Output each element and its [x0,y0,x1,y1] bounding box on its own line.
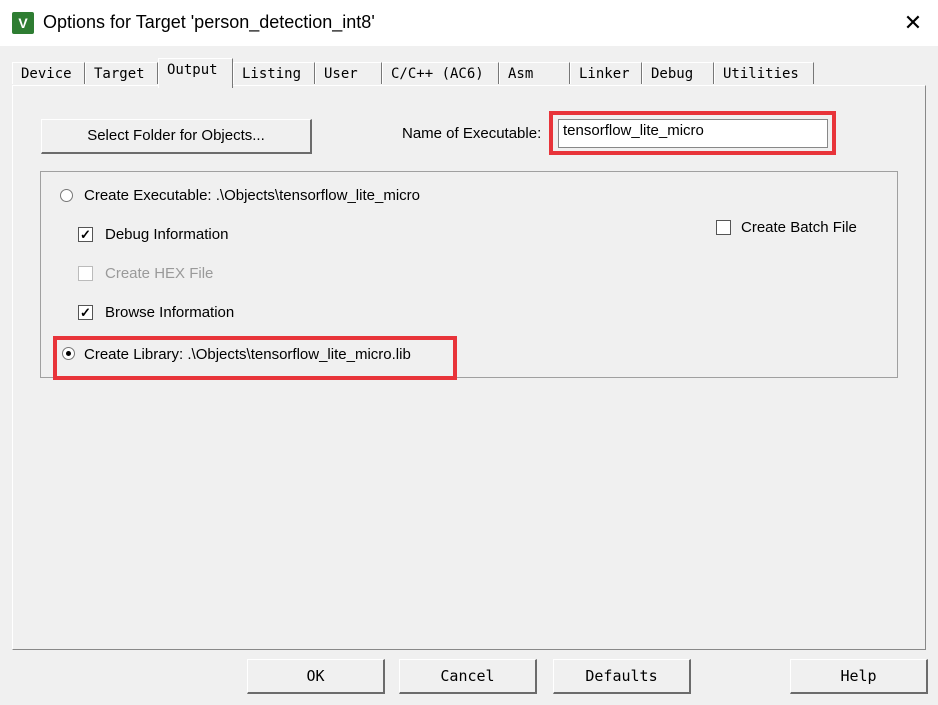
highlight-box-executable [549,111,836,155]
create-batch-label: Create Batch File [741,219,857,236]
create-executable-radio[interactable] [60,189,73,202]
debug-information-label: Debug Information [105,226,229,243]
debug-information-checkbox[interactable]: ✓ [78,227,93,242]
defaults-button[interactable]: Defaults [553,659,691,694]
tab-output[interactable]: Output [158,58,233,88]
tab-device[interactable]: Device [12,62,85,84]
help-button[interactable]: Help [790,659,928,694]
ok-button[interactable]: OK [247,659,385,694]
tab-asm[interactable]: Asm [499,62,570,84]
tab-debug[interactable]: Debug [642,62,714,84]
window-title: Options for Target 'person_detection_int… [43,12,375,32]
tab-cpp[interactable]: C/C++ (AC6) [382,62,499,84]
create-hex-checkbox[interactable] [78,266,93,281]
create-batch-checkbox[interactable] [716,220,731,235]
select-folder-button[interactable]: Select Folder for Objects... [41,119,312,154]
tab-listing[interactable]: Listing [233,62,315,84]
create-executable-label: Create Executable: .\Objects\tensorflow_… [84,187,420,204]
keil-app-icon: V [12,12,34,34]
tab-linker[interactable]: Linker [570,62,642,84]
cancel-button[interactable]: Cancel [399,659,537,694]
close-icon[interactable]: ✕ [898,8,928,38]
highlight-box-library [53,336,457,380]
create-hex-label: Create HEX File [105,265,214,282]
tab-target[interactable]: Target [85,62,158,84]
tab-user[interactable]: User [315,62,382,84]
browse-information-checkbox[interactable]: ✓ [78,305,93,320]
title-bar: V Options for Target 'person_detection_i… [0,0,938,46]
name-of-executable-label: Name of Executable: [402,125,542,142]
tab-utilities[interactable]: Utilities [714,62,814,84]
browse-information-label: Browse Information [105,304,235,321]
